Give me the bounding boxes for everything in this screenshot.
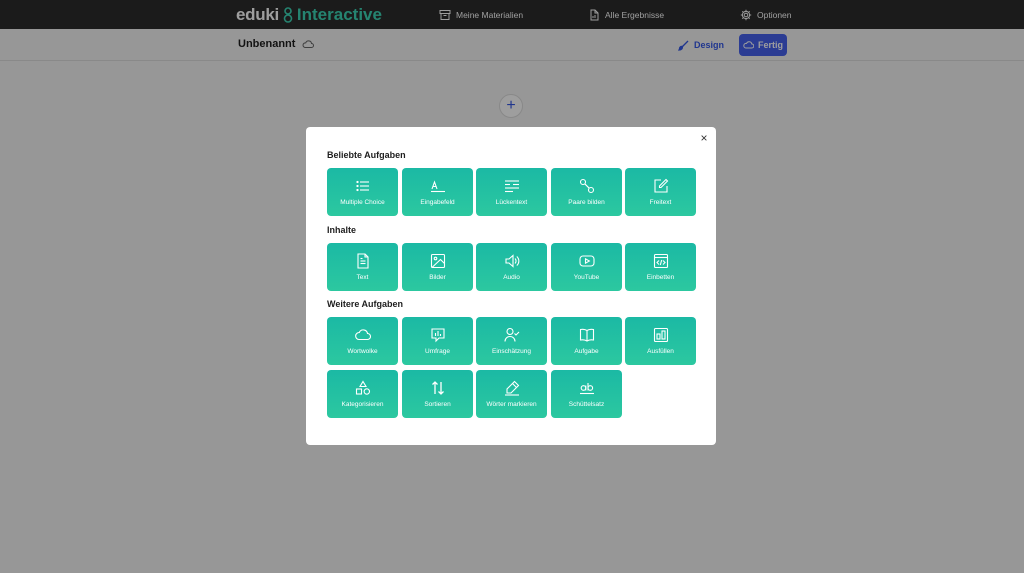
- sort-icon: [431, 381, 444, 395]
- tile-label: Einbetten: [646, 274, 675, 281]
- play-icon: [578, 255, 595, 267]
- tile-label: Ausfüllen: [647, 348, 674, 355]
- tile-kategorisieren[interactable]: Kategorisieren: [327, 370, 398, 418]
- tile-lueckentext[interactable]: Lückentext: [476, 168, 547, 216]
- tile-label: Audio: [503, 274, 520, 281]
- book-icon: [579, 328, 594, 342]
- tile-bilder[interactable]: Bilder: [402, 243, 473, 291]
- cloud-icon: [354, 329, 371, 341]
- tile-label: Einschätzung: [491, 348, 532, 355]
- tile-label: Schüttelsatz: [568, 401, 605, 408]
- tile-label: Eingabefeld: [420, 199, 455, 206]
- tile-ausfuellen[interactable]: Ausfüllen: [625, 317, 696, 365]
- section-title-weitere-aufgaben: Weitere Aufgaben: [327, 299, 404, 309]
- speaker-icon: [504, 254, 519, 268]
- tile-audio[interactable]: Audio: [476, 243, 547, 291]
- input-field-icon: [430, 180, 445, 193]
- tile-label: Umfrage: [425, 348, 450, 355]
- tile-eingabefeld[interactable]: Eingabefeld: [402, 168, 473, 216]
- tile-youtube[interactable]: YouTube: [551, 243, 622, 291]
- tile-label: Lückentext: [495, 199, 528, 206]
- tile-label: Wörter markieren: [486, 401, 537, 408]
- tile-label: Aufgabe: [574, 348, 599, 355]
- tile-label: Kategorisieren: [341, 401, 384, 408]
- tile-label: Wortwolke: [347, 348, 378, 355]
- tile-label: Paare bilden: [568, 199, 605, 206]
- tile-freitext[interactable]: Freitext: [625, 168, 696, 216]
- shapes-icon: [355, 380, 370, 395]
- image-icon: [430, 253, 445, 269]
- tile-label: Freitext: [649, 199, 672, 206]
- tile-aufgabe[interactable]: Aufgabe: [551, 317, 622, 365]
- tile-umfrage[interactable]: Umfrage: [402, 317, 473, 365]
- tile-label: Multiple Choice: [340, 199, 385, 206]
- shuffle-text-icon: [579, 383, 594, 395]
- tile-label: Sortieren: [424, 401, 451, 408]
- section-title-beliebte-aufgaben: Beliebte Aufgaben: [327, 150, 406, 160]
- tile-wortwolke[interactable]: Wortwolke: [327, 317, 398, 365]
- tile-text[interactable]: Text: [327, 243, 398, 291]
- poll-icon: [430, 328, 445, 343]
- tile-multiple-choice[interactable]: Multiple Choice: [327, 168, 398, 216]
- user-check-icon: [503, 327, 519, 342]
- tile-einbetten[interactable]: Einbetten: [625, 243, 696, 291]
- tile-sortieren[interactable]: Sortieren: [402, 370, 473, 418]
- section-title-inhalte: Inhalte: [327, 225, 357, 235]
- fill-icon: [653, 327, 668, 343]
- highlighter-icon: [504, 380, 519, 396]
- tile-label: Bilder: [429, 274, 446, 281]
- tile-schuettelsatz[interactable]: Schüttelsatz: [551, 370, 622, 418]
- tile-woerter-markieren[interactable]: Wörter markieren: [476, 370, 547, 418]
- tile-paare-bilden[interactable]: Paare bilden: [551, 168, 622, 216]
- add-block-dialog: × Beliebte Aufgaben Multiple Choice Eing…: [306, 127, 716, 445]
- tile-einschaetzung[interactable]: Einschätzung: [476, 317, 547, 365]
- gap-text-icon: [504, 180, 519, 193]
- tile-label: YouTube: [573, 274, 600, 281]
- list-icon: [355, 180, 369, 192]
- embed-icon: [653, 253, 668, 269]
- pairs-icon: [579, 178, 594, 194]
- close-button[interactable]: ×: [698, 132, 710, 144]
- edit-icon: [653, 178, 668, 193]
- document-icon: [356, 253, 369, 269]
- tile-label: Text: [356, 274, 369, 281]
